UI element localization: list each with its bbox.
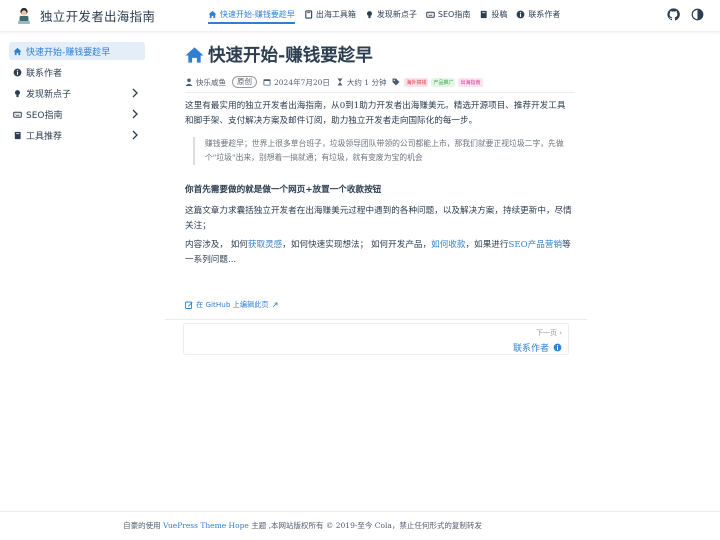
sidebar-item-label: 发现新点子 bbox=[26, 89, 72, 100]
page-title: 快速开始-赚钱要趁早 bbox=[185, 42, 575, 67]
next-page-title-text: 联系作者 bbox=[512, 344, 549, 354]
calendar-icon bbox=[263, 79, 271, 86]
tag-badge[interactable]: 出海指南 bbox=[458, 77, 483, 87]
reading-time-text: 大约 1 分钟 bbox=[346, 77, 387, 87]
edit-link-text: 在 GitHub 上编辑此页 bbox=[196, 300, 269, 309]
brand[interactable]: 独立开发者出海指南 bbox=[16, 6, 155, 25]
lightbulb-icon bbox=[14, 89, 21, 97]
nav-item-submit[interactable]: 投稿 bbox=[479, 9, 507, 23]
footer: 自豪的使用 VuePress Theme Hope 主题 ,本网站版权所有 © … bbox=[0, 520, 605, 531]
github-icon[interactable] bbox=[667, 8, 680, 21]
next-page-title: 联系作者 bbox=[513, 341, 562, 354]
chevron-right-icon[interactable] bbox=[131, 130, 139, 140]
edit-on-github-link[interactable]: 在 GitHub 上编辑此页 bbox=[185, 300, 278, 310]
nav-item-label: 联系作者 bbox=[528, 10, 561, 19]
footer-divider bbox=[0, 511, 720, 512]
keyboard-icon bbox=[426, 11, 435, 18]
footer-theme-link[interactable]: VuePress Theme Hope bbox=[163, 521, 249, 530]
nav-item-label: 投稿 bbox=[491, 10, 508, 19]
tag-icon bbox=[392, 78, 400, 86]
reading-time: 大约 1 分钟 bbox=[336, 77, 387, 88]
info-icon bbox=[516, 10, 525, 19]
next-page-card[interactable]: 下一页 › 联系作者 bbox=[183, 323, 569, 355]
divider bbox=[165, 319, 587, 320]
tag-badge[interactable]: 产品推广 bbox=[431, 77, 456, 87]
date-text: 2024年7月20日 bbox=[274, 77, 330, 87]
author[interactable]: 快乐咸鱼 bbox=[185, 77, 226, 88]
chevron-right-icon[interactable] bbox=[131, 109, 139, 119]
sidebar-item-label: 工具推荐 bbox=[26, 131, 63, 142]
nav-item-label: 出海工具箱 bbox=[315, 10, 356, 19]
sidebar-item-label: 快速开始-赚钱要趁早 bbox=[26, 47, 111, 58]
text-span: 内容涉及， 如何 bbox=[185, 240, 248, 250]
navbar-tools bbox=[656, 8, 704, 21]
theme-toggle-icon[interactable] bbox=[691, 8, 704, 21]
hourglass-icon bbox=[337, 78, 343, 86]
nav-item-ideas[interactable]: 发现新点子 bbox=[365, 9, 417, 23]
original-badge: 原创 bbox=[232, 76, 257, 88]
nav-item-label: 快速开始-赚钱要趁早 bbox=[220, 10, 295, 19]
info-icon bbox=[13, 68, 22, 76]
site-title: 独立开发者出海指南 bbox=[40, 9, 156, 24]
sidebar-item-label: SEO指南 bbox=[26, 110, 63, 121]
sidebar-item-contact[interactable]: 联系作者 bbox=[9, 63, 145, 81]
sidebar-item-quick-start[interactable]: 快速开始-赚钱要趁早 bbox=[9, 42, 145, 60]
book-icon bbox=[481, 10, 487, 19]
keyboard-icon bbox=[13, 111, 22, 118]
topics-paragraph: 内容涉及， 如何获取灵感，如何快速实现想法； 如何开发产品，如何收款，如果进行S… bbox=[185, 238, 573, 267]
author-name: 快乐咸鱼 bbox=[196, 77, 226, 87]
sidebar-item-label: 联系作者 bbox=[26, 68, 63, 79]
date: 2024年7月20日 bbox=[263, 77, 330, 88]
description-paragraph: 这篇文章力求囊括独立开发者在出海赚美元过程中遇到的各种问题，以及解决方案，持续更… bbox=[185, 206, 572, 231]
intro-paragraph: 这里有最实用的独立开发者出海指南，从0到1助力开发者出海赚美元。精选开源项目、推… bbox=[185, 101, 566, 126]
nav-item-contact[interactable]: 联系作者 bbox=[516, 9, 560, 23]
lightbulb-icon bbox=[366, 11, 372, 19]
link-seo-marketing[interactable]: SEO产品营销 bbox=[508, 240, 562, 250]
article-meta: 快乐咸鱼 原创 2024年7月20日 大约 1 分钟 海外搞钱 产品推广 出海指… bbox=[185, 76, 486, 88]
sidebar-item-seo[interactable]: SEO指南 bbox=[9, 105, 145, 123]
quote-block: 赚钱要趁早；世界上很多草台班子，垃圾领导团队带领的公司都能上市，那我们就要正视垃… bbox=[193, 137, 573, 165]
sidebar-item-ideas[interactable]: 发现新点子 bbox=[9, 84, 145, 102]
nav-item-seo[interactable]: SEO指南 bbox=[426, 9, 470, 23]
text-span: ，如果进行 bbox=[465, 240, 509, 250]
chevron-right-icon[interactable] bbox=[131, 88, 139, 98]
nav-item-label: 发现新点子 bbox=[376, 10, 417, 19]
next-page-hint-text: 下一页 bbox=[535, 329, 557, 337]
external-link-icon bbox=[272, 302, 278, 308]
divider bbox=[185, 92, 575, 93]
top-nav: 快速开始-赚钱要趁早 出海工具箱 发现新点子 SEO指南 投稿 联系作者 bbox=[208, 9, 569, 24]
edit-icon bbox=[185, 301, 193, 309]
home-icon bbox=[208, 10, 217, 19]
link-inspiration[interactable]: 获取灵感 bbox=[248, 240, 282, 250]
footer-text: 自豪的使用 bbox=[123, 521, 163, 530]
nav-item-toolbox[interactable]: 出海工具箱 bbox=[304, 9, 356, 23]
nav-item-label: SEO指南 bbox=[437, 10, 471, 19]
section-heading: 你首先需要做的就是做一个网页+放置一个收款按钮 bbox=[185, 185, 382, 195]
footer-copyright: 主题 ,本网站版权所有 © 2019-至今 Cola，禁止任何形式的复制转发 bbox=[248, 521, 482, 530]
article: 快速开始-赚钱要趁早 快乐咸鱼 原创 2024年7月20日 大约 1 分钟 海外… bbox=[165, 42, 587, 355]
logo-icon bbox=[18, 7, 30, 24]
user-icon bbox=[185, 78, 193, 86]
navbar: 独立开发者出海指南 快速开始-赚钱要趁早 出海工具箱 发现新点子 SEO指南 投… bbox=[0, 0, 720, 31]
home-icon bbox=[13, 47, 22, 55]
info-icon bbox=[553, 343, 562, 352]
link-payments[interactable]: 如何收款 bbox=[431, 240, 465, 250]
sidebar-item-tools[interactable]: 工具推荐 bbox=[9, 126, 145, 144]
nav-item-quick-start[interactable]: 快速开始-赚钱要趁早 bbox=[208, 9, 295, 24]
next-page-hint: 下一页 › bbox=[535, 329, 562, 337]
sidebar: 快速开始-赚钱要趁早 联系作者 发现新点子 SEO指南 工具推荐 bbox=[0, 31, 152, 511]
home-icon bbox=[185, 46, 204, 63]
book-icon bbox=[14, 131, 21, 139]
book-icon bbox=[305, 10, 313, 19]
page-title-text: 快速开始-赚钱要趁早 bbox=[208, 46, 373, 66]
tag-badge[interactable]: 海外搞钱 bbox=[404, 77, 429, 87]
text-span: ，如何快速实现想法； 如何开发产品， bbox=[282, 240, 432, 250]
